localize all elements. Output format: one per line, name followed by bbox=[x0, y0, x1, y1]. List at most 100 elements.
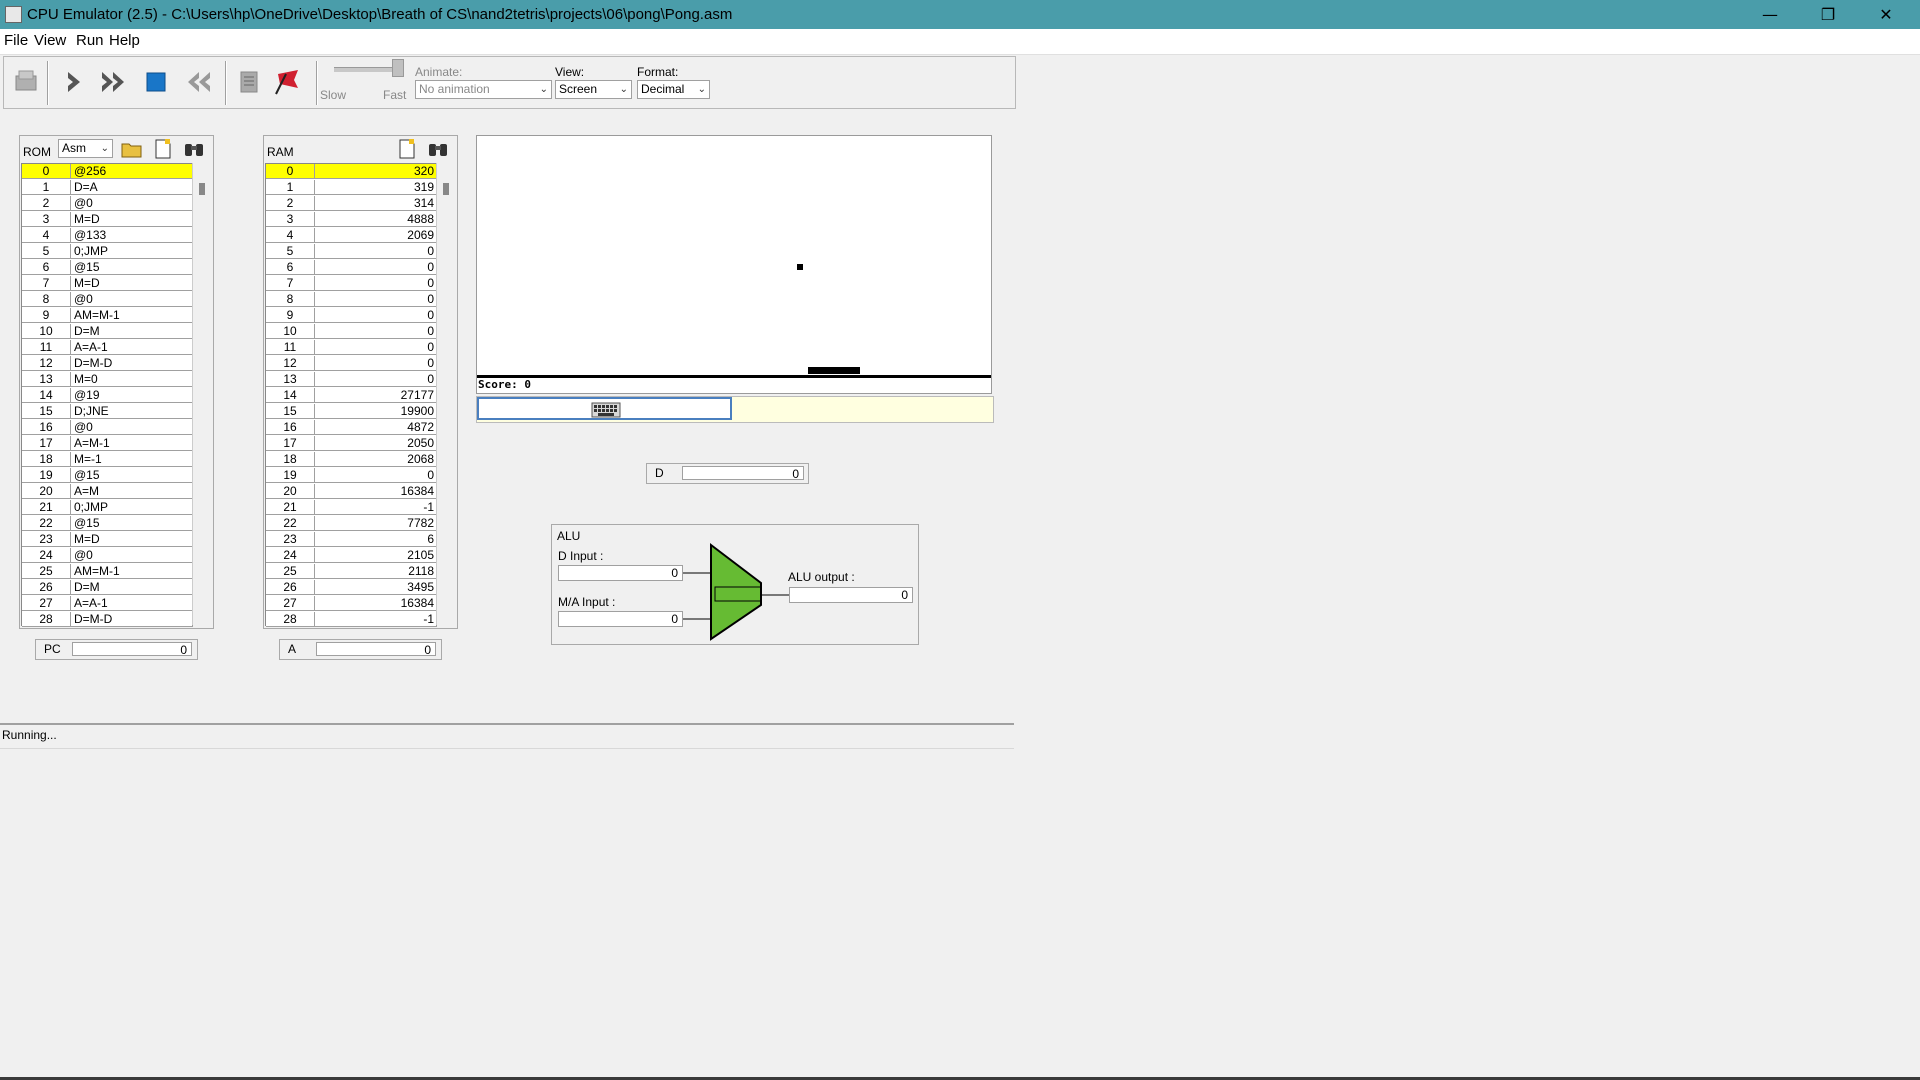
format-select[interactable]: Decimal ⌄ bbox=[637, 80, 710, 99]
table-row[interactable]: 26 3495 bbox=[266, 580, 437, 596]
rom-value-cell[interactable]: AM=M-1 bbox=[71, 308, 193, 323]
table-row[interactable]: 7 M=D bbox=[22, 276, 193, 292]
breakpoints-icon[interactable] bbox=[233, 66, 265, 98]
table-row[interactable]: 23 6 bbox=[266, 532, 437, 548]
rom-value-cell[interactable]: M=D bbox=[71, 212, 193, 227]
rom-format-select[interactable]: Asm ⌄ bbox=[58, 139, 113, 158]
rom-value-cell[interactable]: @0 bbox=[71, 292, 193, 307]
ram-value-cell[interactable]: 6 bbox=[315, 532, 437, 547]
rom-value-cell[interactable]: A=M-1 bbox=[71, 436, 193, 451]
ram-value-cell[interactable]: 16384 bbox=[315, 596, 437, 611]
rom-value-cell[interactable]: M=0 bbox=[71, 372, 193, 387]
stop-icon[interactable] bbox=[140, 66, 172, 98]
menu-view[interactable]: View bbox=[34, 32, 66, 49]
ram-value-cell[interactable]: 319 bbox=[315, 180, 437, 195]
keyboard-button[interactable] bbox=[477, 397, 732, 420]
ram-value-cell[interactable]: 0 bbox=[315, 340, 437, 355]
ram-value-cell[interactable]: 2069 bbox=[315, 228, 437, 243]
rom-value-cell[interactable]: @15 bbox=[71, 516, 193, 531]
ram-value-cell[interactable]: 314 bbox=[315, 196, 437, 211]
ram-value-cell[interactable]: 0 bbox=[315, 324, 437, 339]
table-row[interactable]: 20 16384 bbox=[266, 484, 437, 500]
animate-select[interactable]: No animation ⌄ bbox=[415, 80, 552, 99]
rom-value-cell[interactable]: M=-1 bbox=[71, 452, 193, 467]
d-value-field[interactable]: 0 bbox=[682, 466, 804, 481]
table-row[interactable]: 2 @0 bbox=[22, 196, 193, 212]
table-row[interactable]: 22 7782 bbox=[266, 516, 437, 532]
ram-value-cell[interactable]: 27177 bbox=[315, 388, 437, 403]
table-row[interactable]: 1 D=A bbox=[22, 180, 193, 196]
ram-value-cell[interactable]: 2068 bbox=[315, 452, 437, 467]
binoculars-icon[interactable] bbox=[182, 138, 206, 160]
open-folder-icon[interactable] bbox=[120, 138, 144, 160]
rom-value-cell[interactable]: @256 bbox=[71, 164, 193, 179]
table-row[interactable]: 13 M=0 bbox=[22, 372, 193, 388]
table-row[interactable]: 24 @0 bbox=[22, 548, 193, 564]
rom-value-cell[interactable]: @19 bbox=[71, 388, 193, 403]
ram-value-cell[interactable]: 0 bbox=[315, 372, 437, 387]
ram-value-cell[interactable]: 0 bbox=[315, 308, 437, 323]
table-row[interactable]: 16 4872 bbox=[266, 420, 437, 436]
table-row[interactable]: 23 M=D bbox=[22, 532, 193, 548]
rom-value-cell[interactable]: A=A-1 bbox=[71, 596, 193, 611]
table-row[interactable]: 21 0;JMP bbox=[22, 500, 193, 516]
table-row[interactable]: 16 @0 bbox=[22, 420, 193, 436]
rom-value-cell[interactable]: 0;JMP bbox=[71, 244, 193, 259]
binoculars-icon[interactable] bbox=[426, 138, 450, 160]
rom-value-cell[interactable]: @133 bbox=[71, 228, 193, 243]
pc-value-field[interactable]: 0 bbox=[72, 642, 192, 657]
rom-value-cell[interactable]: D=M-D bbox=[71, 612, 193, 627]
table-row[interactable]: 10 D=M bbox=[22, 324, 193, 340]
table-row[interactable]: 9 AM=M-1 bbox=[22, 308, 193, 324]
menu-file[interactable]: File bbox=[4, 32, 28, 49]
table-row[interactable]: 15 19900 bbox=[266, 404, 437, 420]
table-row[interactable]: 22 @15 bbox=[22, 516, 193, 532]
ram-value-cell[interactable]: 2105 bbox=[315, 548, 437, 563]
table-row[interactable]: 17 A=M-1 bbox=[22, 436, 193, 452]
table-row[interactable]: 11 0 bbox=[266, 340, 437, 356]
ram-value-cell[interactable]: 0 bbox=[315, 260, 437, 275]
table-row[interactable]: 13 0 bbox=[266, 372, 437, 388]
rom-value-cell[interactable]: @0 bbox=[71, 548, 193, 563]
table-row[interactable]: 26 D=M bbox=[22, 580, 193, 596]
table-row[interactable]: 20 A=M bbox=[22, 484, 193, 500]
rom-value-cell[interactable]: D=M bbox=[71, 324, 193, 339]
ram-scrollbar[interactable] bbox=[436, 163, 456, 625]
table-row[interactable]: 0 @256 bbox=[22, 164, 193, 180]
ram-table[interactable]: 0 320 1 319 2 314 3 4888 4 2069 5 0 6 0 7 0 8 0 9 0 10 0 11 0 12… bbox=[265, 163, 437, 627]
table-row[interactable]: 27 A=A-1 bbox=[22, 596, 193, 612]
a-value-field[interactable]: 0 bbox=[316, 642, 436, 657]
new-file-icon[interactable] bbox=[151, 138, 175, 160]
flag-icon[interactable] bbox=[272, 66, 304, 98]
table-row[interactable]: 19 @15 bbox=[22, 468, 193, 484]
close-button[interactable]: ✕ bbox=[1857, 0, 1915, 29]
minimize-button[interactable]: — bbox=[1741, 0, 1799, 29]
table-row[interactable]: 18 M=-1 bbox=[22, 452, 193, 468]
rom-value-cell[interactable]: @0 bbox=[71, 196, 193, 211]
table-row[interactable]: 17 2050 bbox=[266, 436, 437, 452]
restore-button[interactable]: ❐ bbox=[1799, 0, 1857, 29]
table-row[interactable]: 25 AM=M-1 bbox=[22, 564, 193, 580]
table-row[interactable]: 12 0 bbox=[266, 356, 437, 372]
ram-value-cell[interactable]: 4872 bbox=[315, 420, 437, 435]
table-row[interactable]: 12 D=M-D bbox=[22, 356, 193, 372]
ram-value-cell[interactable]: 7782 bbox=[315, 516, 437, 531]
reset-icon[interactable] bbox=[182, 66, 214, 98]
rom-value-cell[interactable]: D=A bbox=[71, 180, 193, 195]
table-row[interactable]: 11 A=A-1 bbox=[22, 340, 193, 356]
table-row[interactable]: 24 2105 bbox=[266, 548, 437, 564]
table-row[interactable]: 19 0 bbox=[266, 468, 437, 484]
table-row[interactable]: 3 4888 bbox=[266, 212, 437, 228]
table-row[interactable]: 27 16384 bbox=[266, 596, 437, 612]
ram-value-cell[interactable]: 2050 bbox=[315, 436, 437, 451]
scrollbar-thumb[interactable] bbox=[199, 183, 205, 195]
ram-value-cell[interactable]: -1 bbox=[315, 500, 437, 515]
table-row[interactable]: 6 @15 bbox=[22, 260, 193, 276]
rom-value-cell[interactable]: D=M bbox=[71, 580, 193, 595]
run-icon[interactable] bbox=[98, 66, 130, 98]
table-row[interactable]: 14 27177 bbox=[266, 388, 437, 404]
new-file-icon[interactable] bbox=[395, 138, 419, 160]
table-row[interactable]: 4 2069 bbox=[266, 228, 437, 244]
rom-value-cell[interactable]: A=M bbox=[71, 484, 193, 499]
rom-value-cell[interactable]: A=A-1 bbox=[71, 340, 193, 355]
